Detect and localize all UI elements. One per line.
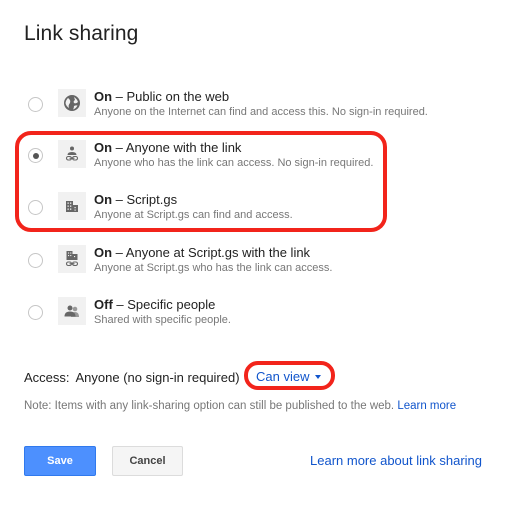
dialog-title: Link sharing — [24, 22, 139, 45]
option-description: Anyone who has the link can access. No s… — [94, 157, 374, 169]
option-description: Anyone at Script.gs who has the link can… — [94, 262, 333, 274]
access-label: Access: — [24, 370, 70, 385]
save-button[interactable]: Save — [24, 446, 96, 476]
option-domain[interactable]: On – Script.gs Anyone at Script.gs can f… — [0, 192, 505, 236]
learn-more-link[interactable]: Learn more — [397, 400, 456, 412]
domain-link-icon — [58, 245, 86, 273]
option-specific-people[interactable]: Off – Specific people Shared with specif… — [0, 297, 505, 341]
radio-domain[interactable] — [28, 200, 43, 215]
option-description: Anyone at Script.gs can find and access. — [94, 209, 293, 221]
globe-icon — [58, 89, 86, 117]
radio-public-on-web[interactable] — [28, 97, 43, 112]
option-title: On – Anyone with the link — [94, 140, 242, 155]
access-row: Access: Anyone (no sign-in required) — [24, 370, 240, 385]
people-icon — [58, 297, 86, 325]
permission-dropdown[interactable]: Can view — [256, 369, 322, 384]
option-title: On – Public on the web — [94, 89, 230, 104]
radio-domain-with-link[interactable] — [28, 253, 43, 268]
radio-specific-people[interactable] — [28, 305, 43, 320]
access-value: Anyone (no sign-in required) — [75, 370, 240, 385]
note-text: Note: Items with any link-sharing option… — [24, 400, 398, 412]
publish-note: Note: Items with any link-sharing option… — [24, 400, 456, 412]
option-anyone-with-link[interactable]: On – Anyone with the link Anyone who has… — [0, 140, 505, 184]
option-title: Off – Specific people — [94, 297, 216, 312]
radio-anyone-with-link[interactable] — [28, 148, 43, 163]
option-description: Shared with specific people. — [94, 314, 231, 326]
option-title: On – Anyone at Script.gs with the link — [94, 245, 311, 260]
domain-icon — [58, 192, 86, 220]
option-description: Anyone on the Internet can find and acce… — [94, 106, 428, 118]
cancel-button[interactable]: Cancel — [112, 446, 183, 476]
caret-down-icon — [315, 374, 322, 379]
option-public-on-web[interactable]: On – Public on the web Anyone on the Int… — [0, 89, 505, 133]
learn-more-link-sharing[interactable]: Learn more about link sharing — [310, 453, 482, 468]
person-link-icon — [58, 140, 86, 168]
permission-value: Can view — [256, 369, 310, 384]
option-domain-with-link[interactable]: On – Anyone at Script.gs with the link A… — [0, 245, 505, 289]
option-title: On – Script.gs — [94, 192, 178, 207]
